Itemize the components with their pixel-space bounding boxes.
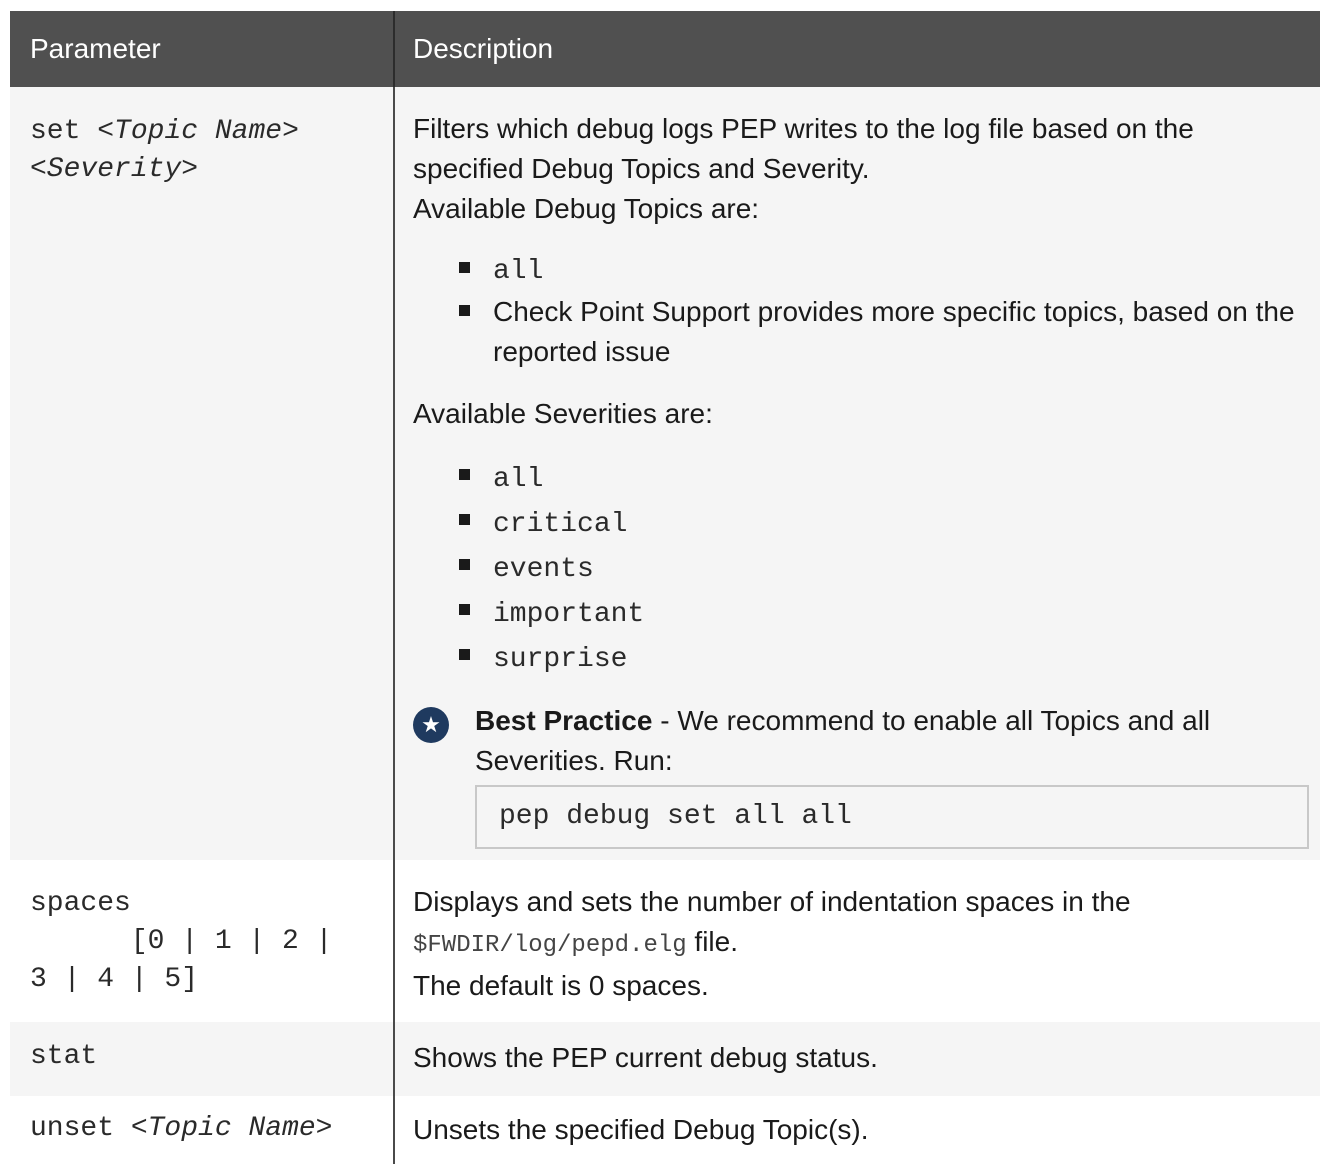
header-description: Description xyxy=(413,33,554,64)
param-topic-placeholder: <Topic Name> xyxy=(97,116,299,147)
desc-severities-intro: Available Severities are: xyxy=(413,398,713,429)
log-file-path: $FWDIR/log/pepd.elg xyxy=(413,932,687,959)
param-topic-placeholder: <Topic Name> xyxy=(130,1113,333,1144)
desc-unset: Unsets the specified Debug Topic(s). xyxy=(413,1114,869,1145)
param-set: set <Topic Name> <Severity> xyxy=(30,113,393,189)
param-cell-spaces: spaces [0 | 1 | 2 | 3 | 4 | 5] xyxy=(10,860,395,1022)
best-practice-note: ★ Best Practice - We recommend to enable… xyxy=(413,701,1310,849)
param-cell-set: set <Topic Name> <Severity> xyxy=(10,87,395,860)
table-header: Parameter Description xyxy=(10,11,1320,87)
list-item: all xyxy=(413,456,1310,501)
desc-set-filters: Filters which debug logs PEP writes to t… xyxy=(413,113,1194,184)
param-spaces-line2: [0 | 1 | 2 | xyxy=(30,926,333,957)
topic-all: all xyxy=(493,256,544,287)
severity-events: events xyxy=(493,554,594,585)
param-cell-unset: unset <Topic Name> xyxy=(10,1096,395,1164)
code-block: pep debug set all all xyxy=(475,785,1309,849)
desc-file-word: file. xyxy=(686,926,739,957)
table-row-set: set <Topic Name> <Severity> Filters whic… xyxy=(10,87,1320,860)
best-practice-text: Best Practice - We recommend to enable a… xyxy=(475,701,1310,781)
param-stat: stat xyxy=(30,1041,98,1072)
param-unset: unset <Topic Name> xyxy=(30,1110,393,1148)
param-spaces-line1: spaces xyxy=(30,888,131,919)
desc-stat: Shows the PEP current debug status. xyxy=(413,1042,878,1073)
header-parameter: Parameter xyxy=(10,11,395,87)
desc-spaces-line1: Displays and sets the number of indentat… xyxy=(413,886,1131,917)
star-badge-icon: ★ xyxy=(413,707,449,743)
severity-important: important xyxy=(493,599,645,630)
desc-cell-unset: Unsets the specified Debug Topic(s). xyxy=(395,1096,1320,1164)
table-row-spaces: spaces [0 | 1 | 2 | 3 | 4 | 5] Displays … xyxy=(10,860,1320,1022)
param-spaces-line3: 3 | 4 | 5] xyxy=(30,964,199,995)
topics-list: all Check Point Support provides more sp… xyxy=(413,249,1310,372)
severity-critical: critical xyxy=(493,509,628,540)
list-item: critical xyxy=(413,501,1310,546)
param-command: set xyxy=(30,116,81,147)
desc-spaces-line2: $FWDIR/log/pepd.elg file. xyxy=(413,922,1310,966)
list-item: all xyxy=(413,249,1310,292)
list-item: events xyxy=(413,546,1310,591)
severity-all: all xyxy=(493,464,544,495)
parameter-table: Parameter Description set <Topic Name> <… xyxy=(10,11,1320,1164)
desc-cell-spaces: Displays and sets the number of indentat… xyxy=(395,860,1320,1022)
desc-cell-set: Filters which debug logs PEP writes to t… xyxy=(395,87,1320,860)
severity-surprise: surprise xyxy=(493,644,628,675)
severities-list: all critical events important surprise xyxy=(413,456,1310,681)
param-cell-stat: stat xyxy=(10,1022,395,1096)
topic-support-note: Check Point Support provides more specif… xyxy=(493,296,1295,367)
desc-set-topics-intro: Available Debug Topics are: xyxy=(413,193,760,224)
list-item: important xyxy=(413,591,1310,636)
list-item: Check Point Support provides more specif… xyxy=(413,292,1310,372)
best-practice-title: Best Practice xyxy=(475,705,653,736)
desc-spaces-default: The default is 0 spaces. xyxy=(413,970,709,1001)
list-item: surprise xyxy=(413,636,1310,681)
param-command: unset xyxy=(30,1113,115,1144)
desc-cell-stat: Shows the PEP current debug status. xyxy=(395,1022,1320,1096)
table-row-unset: unset <Topic Name> Unsets the specified … xyxy=(10,1096,1320,1164)
param-severity-placeholder: <Severity> xyxy=(30,154,199,185)
table-row-stat: stat Shows the PEP current debug status. xyxy=(10,1022,1320,1096)
